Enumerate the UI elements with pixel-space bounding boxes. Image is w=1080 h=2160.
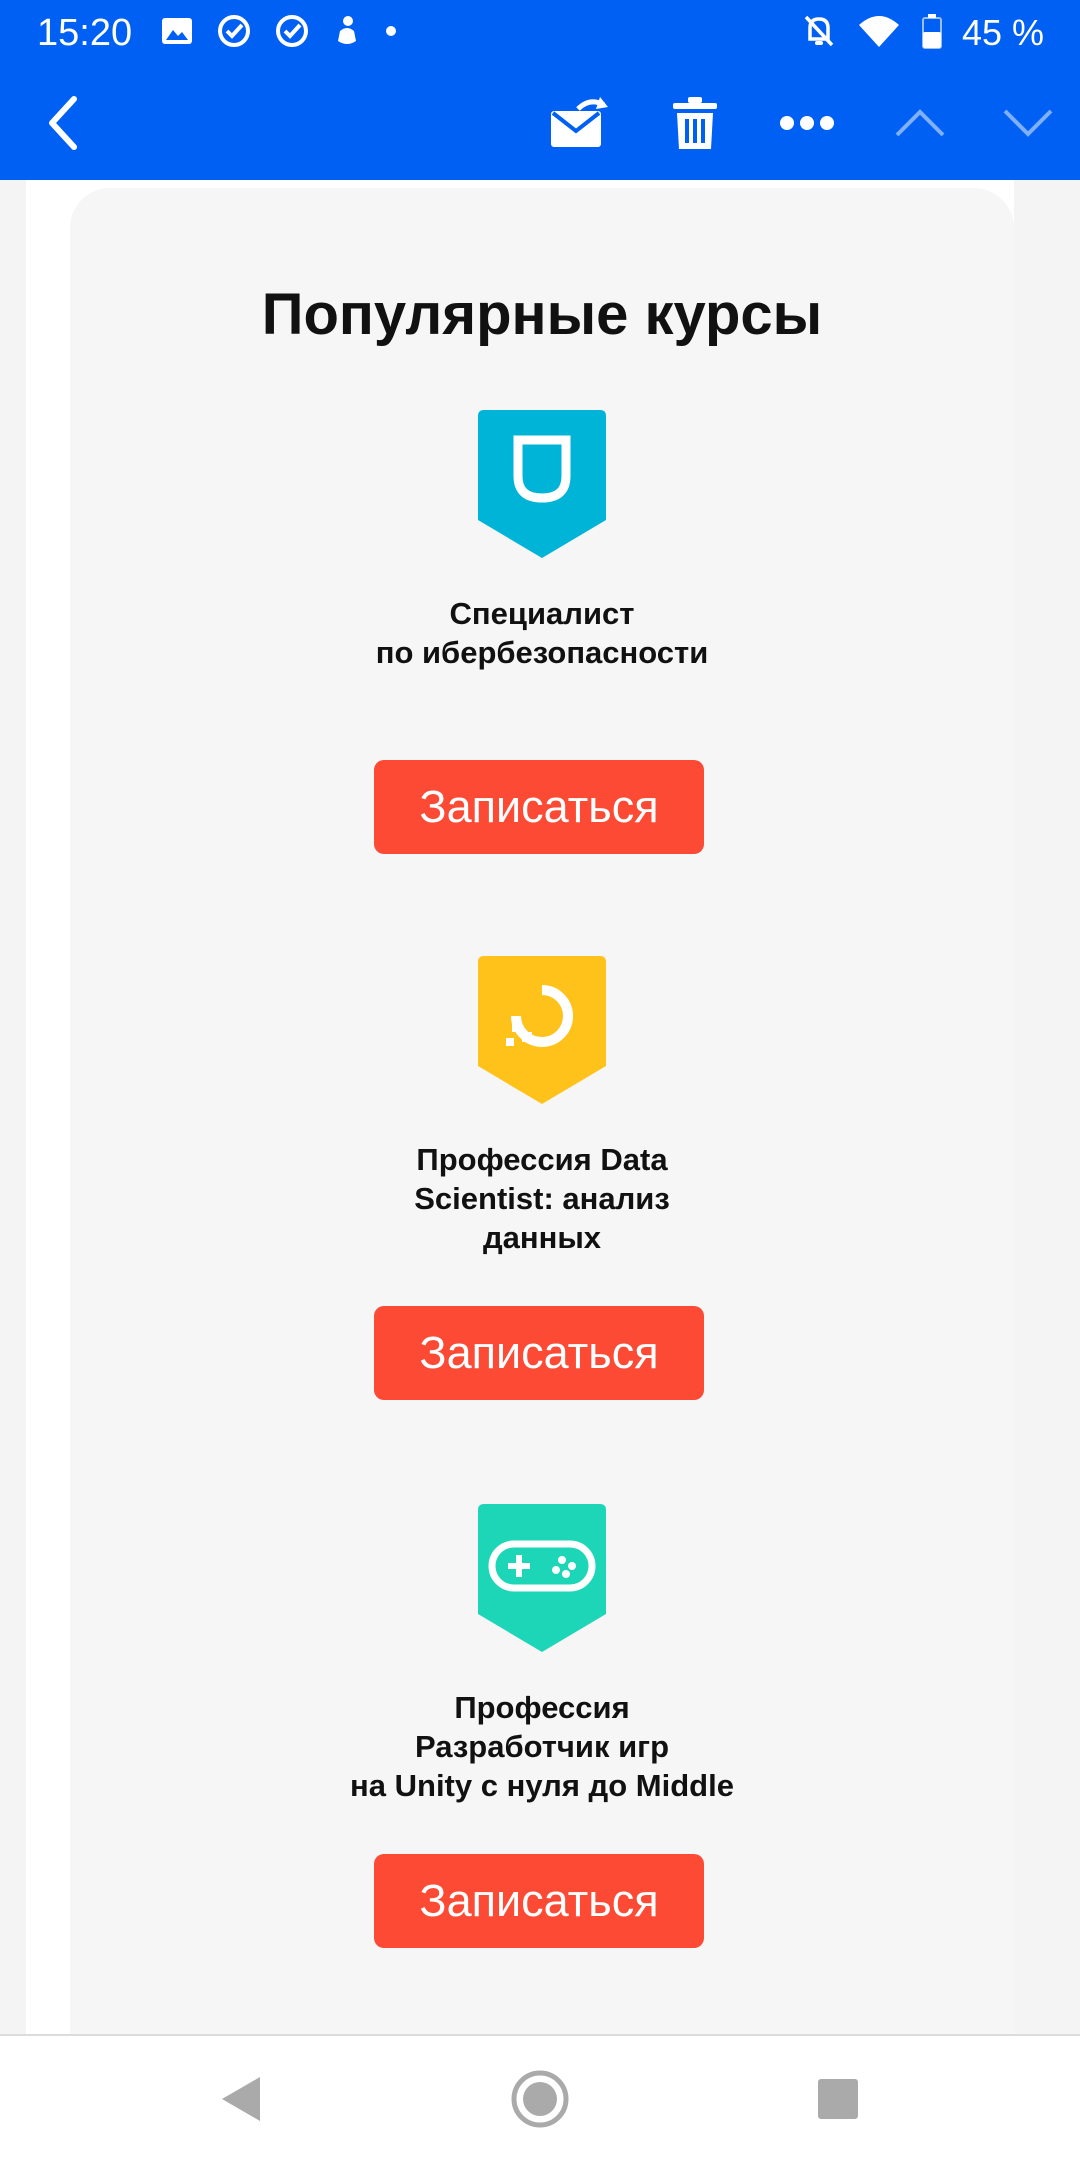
battery-percent: 45 % — [961, 12, 1044, 53]
image-icon — [160, 16, 194, 51]
next-button[interactable] — [998, 66, 1058, 180]
nav-recents-button[interactable] — [793, 2054, 883, 2144]
battery-icon — [921, 13, 942, 54]
email-toolbar — [0, 66, 1080, 180]
nav-back-icon — [222, 2077, 260, 2121]
course-name-line: данных — [482, 1220, 602, 1255]
delete-button[interactable] — [664, 66, 726, 180]
status-time: 15:20 — [37, 12, 133, 54]
enroll-button[interactable]: Записаться — [374, 760, 704, 854]
app-notification-icon — [332, 13, 362, 54]
nav-home-icon — [511, 2070, 569, 2128]
bell-off-icon — [802, 13, 836, 54]
enroll-button[interactable]: Записаться — [374, 1306, 704, 1400]
course-name-line: на Unity с нуля до Middle — [350, 1768, 734, 1803]
section-title: Популярные курсы — [261, 282, 823, 347]
mark-unread-button[interactable] — [542, 66, 616, 180]
previous-button[interactable] — [890, 66, 950, 180]
check-circle-icon — [274, 13, 310, 54]
data-badge-icon — [478, 956, 606, 1104]
status-bar: 15:20 45 % — [0, 0, 1080, 66]
course-name: Профессия Data Scientist: анализ данных — [202, 1140, 882, 1257]
nav-recents-icon — [818, 2079, 858, 2119]
enroll-button[interactable]: Записаться — [374, 1854, 704, 1948]
course-name: Специалист по ибербезопасности — [202, 594, 882, 672]
previous-icon — [895, 109, 945, 137]
email-content[interactable]: Популярные курсы Специалист по ибербезоп… — [0, 180, 1080, 2034]
email-body: Популярные курсы Специалист по ибербезоп… — [26, 180, 1014, 2034]
course-name-line: Профессия — [454, 1690, 630, 1725]
system-icons: 45 % — [802, 10, 1044, 56]
dot-icon — [384, 24, 398, 43]
course-name-line: Профессия Data — [416, 1142, 668, 1177]
nav-home-button[interactable] — [495, 2054, 585, 2144]
course-name-line: Специалист — [449, 596, 635, 631]
course-name-line: по ибербезопасности — [375, 635, 709, 670]
system-nav-bar — [0, 2034, 1080, 2160]
popular-courses-card: Популярные курсы Специалист по ибербезоп… — [70, 188, 1014, 2034]
shield-badge-icon — [478, 410, 606, 558]
next-icon — [1003, 109, 1053, 137]
course-name: Профессия Разработчик игр на Unity с нул… — [202, 1688, 882, 1805]
notification-icons — [160, 14, 398, 52]
more-button[interactable] — [774, 66, 840, 180]
mark-unread-icon — [551, 97, 608, 147]
more-icon — [780, 116, 834, 130]
course-name-line: Разработчик игр — [414, 1729, 670, 1764]
back-icon — [49, 96, 77, 150]
check-circle-icon — [216, 13, 252, 54]
course-name-line: Scientist: анализ — [414, 1181, 670, 1216]
wifi-icon — [856, 13, 902, 54]
gamepad-badge-icon — [478, 1504, 606, 1652]
back-button[interactable] — [26, 66, 102, 180]
nav-back-button[interactable] — [195, 2054, 285, 2144]
trash-icon — [673, 97, 717, 149]
